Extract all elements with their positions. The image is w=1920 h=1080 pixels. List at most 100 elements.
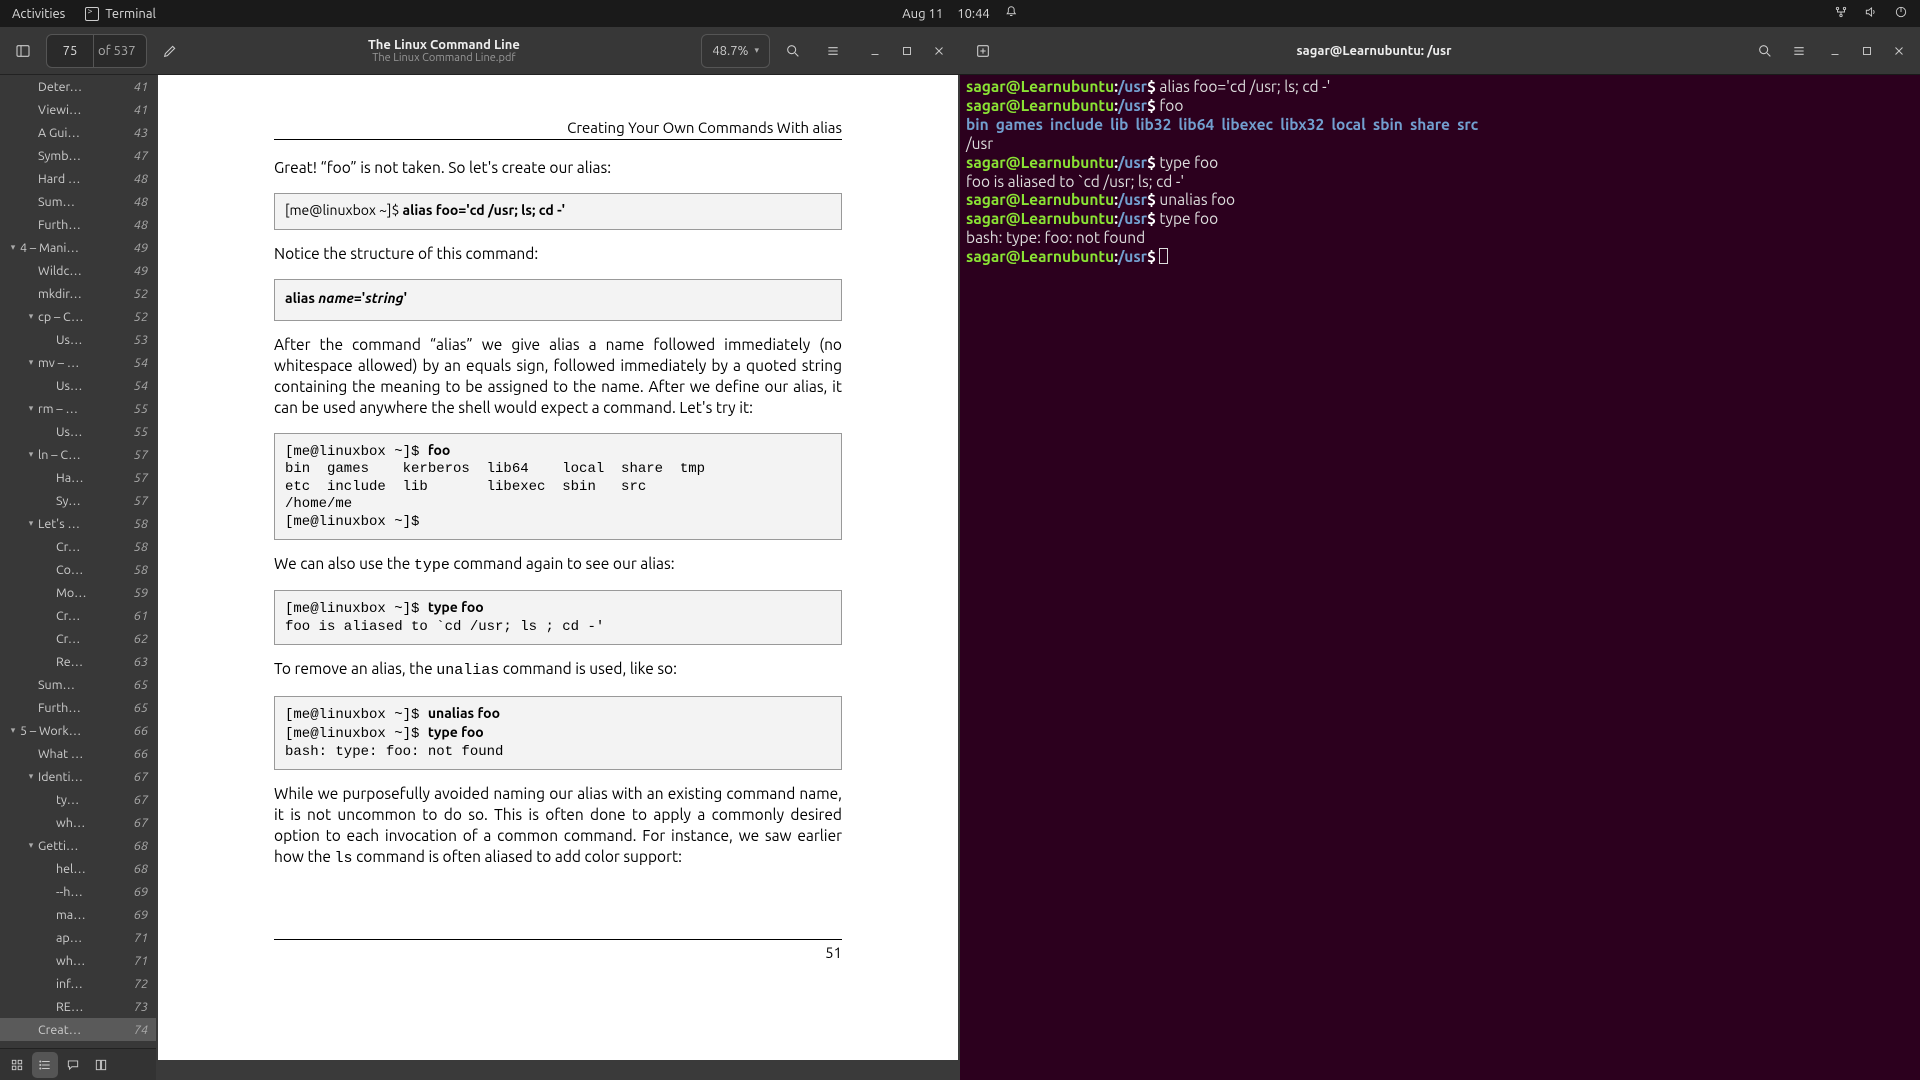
outline-item[interactable]: Viewi…41 — [0, 98, 156, 121]
code-block: alias name='string' — [274, 279, 842, 321]
outline-item[interactable]: Sum…48 — [0, 190, 156, 213]
power-icon[interactable] — [1894, 5, 1908, 22]
outline-item[interactable]: RE…73 — [0, 995, 156, 1018]
maximize-button[interactable] — [892, 36, 922, 66]
view-thumbnails-button[interactable] — [4, 1052, 30, 1078]
topbar-app-label: Terminal — [105, 7, 156, 21]
section-header: Creating Your Own Commands With alias — [274, 75, 842, 140]
outline-item[interactable]: Sum…65 — [0, 673, 156, 696]
new-tab-button[interactable] — [966, 34, 1000, 68]
terminal-header: sagar@Learnubuntu: /usr — [960, 27, 1920, 75]
activities-button[interactable]: Activities — [12, 7, 65, 21]
outline-item[interactable]: ma…69 — [0, 903, 156, 926]
code-block: [me@linuxbox ~]$ unalias foo [me@linuxbo… — [274, 696, 842, 771]
outline-item[interactable]: ▾ln – C…57 — [0, 443, 156, 466]
outline-item[interactable]: ▾Identi…67 — [0, 765, 156, 788]
outline-item[interactable]: Sy…57 — [0, 489, 156, 512]
annotate-button[interactable] — [153, 34, 187, 68]
outline-item[interactable]: Hard …48 — [0, 167, 156, 190]
outline-item[interactable]: ▾Let's …58 — [0, 512, 156, 535]
menu-button[interactable] — [816, 34, 850, 68]
paragraph: While we purposefully avoided naming our… — [274, 784, 842, 869]
outline-item[interactable]: Furth…65 — [0, 696, 156, 719]
outline-item[interactable]: ▾4 – Mani…49 — [0, 236, 156, 259]
outline-item[interactable]: Cr…61 — [0, 604, 156, 627]
outline-item[interactable]: Creat…74 — [0, 1018, 156, 1041]
code-block: [me@linuxbox ~]$ type foo foo is aliased… — [274, 590, 842, 645]
view-outline-button[interactable] — [32, 1052, 58, 1078]
terminal-window: sagar@Learnubuntu: /usr sagar@Learnubunt… — [960, 27, 1920, 1080]
outline-item[interactable]: Cr…62 — [0, 627, 156, 650]
outline-item[interactable]: Re…63 — [0, 650, 156, 673]
outline-item[interactable]: ▾cp – C…52 — [0, 305, 156, 328]
terminal-close-button[interactable] — [1884, 36, 1914, 66]
terminal-minimize-button[interactable] — [1820, 36, 1850, 66]
outline-item[interactable]: --h…69 — [0, 880, 156, 903]
outline-item[interactable]: Us…54 — [0, 374, 156, 397]
outline-item[interactable]: wh…71 — [0, 949, 156, 972]
paragraph: To remove an alias, the unalias command … — [274, 659, 842, 681]
terminal-icon — [85, 7, 99, 21]
pdf-header: of 537 The Linux Command Line The Linux … — [0, 27, 960, 75]
paragraph: Great! “foo” is not taken. So let's crea… — [274, 158, 842, 179]
outline-item[interactable]: ty…67 — [0, 788, 156, 811]
outline-item[interactable]: Symb…47 — [0, 144, 156, 167]
outline-item[interactable]: ▾rm – …55 — [0, 397, 156, 420]
outline-item[interactable]: Furth…48 — [0, 213, 156, 236]
outline-item[interactable]: Us…55 — [0, 420, 156, 443]
pdf-page-area[interactable]: Creating Your Own Commands With alias Gr… — [156, 75, 960, 1080]
outline-item[interactable]: Us…53 — [0, 328, 156, 351]
chevron-down-icon: ▾ — [754, 45, 759, 56]
outline-item[interactable]: Ha…57 — [0, 466, 156, 489]
outline-item[interactable]: Wildc…49 — [0, 259, 156, 282]
pdf-title-text: The Linux Command Line — [368, 38, 520, 52]
pdf-page: Creating Your Own Commands With alias Gr… — [158, 75, 958, 1060]
topbar-date[interactable]: Aug 11 — [902, 7, 943, 21]
outline-item[interactable]: ▾Getti…68 — [0, 834, 156, 857]
page-number-control: of 537 — [46, 34, 147, 68]
outline-item[interactable]: Mo…59 — [0, 581, 156, 604]
outline-item[interactable]: ap…71 — [0, 926, 156, 949]
outline-item[interactable]: A Gui…43 — [0, 121, 156, 144]
outline-item[interactable]: ▾5 – Work…66 — [0, 719, 156, 742]
outline-list[interactable]: Deter…41Viewi…41A Gui…43Symb…47Hard …48S… — [0, 75, 156, 1048]
pdf-filename: The Linux Command Line.pdf — [372, 52, 515, 64]
paragraph: We can also use the type command again t… — [274, 554, 842, 576]
volume-icon[interactable] — [1864, 5, 1878, 22]
minimize-button[interactable] — [860, 36, 890, 66]
outline-item[interactable]: wh…67 — [0, 811, 156, 834]
terminal-title: sagar@Learnubuntu: /usr — [1000, 44, 1748, 58]
outline-item[interactable]: hel…68 — [0, 857, 156, 880]
outline-item[interactable]: inf…72 — [0, 972, 156, 995]
view-annotations-button[interactable] — [60, 1052, 86, 1078]
search-button[interactable] — [776, 34, 810, 68]
terminal-search-button[interactable] — [1748, 34, 1782, 68]
zoom-dropdown[interactable]: 48.7% ▾ — [701, 34, 770, 68]
code-block: [me@linuxbox ~]$ alias foo='cd /usr; ls;… — [274, 193, 842, 231]
terminal-menu-button[interactable] — [1782, 34, 1816, 68]
close-button[interactable] — [924, 36, 954, 66]
sidebar-toggle-button[interactable] — [6, 34, 40, 68]
topbar-time[interactable]: 10:44 — [957, 7, 990, 21]
outline-item[interactable]: Co…58 — [0, 558, 156, 581]
outline-item[interactable]: What …66 — [0, 742, 156, 765]
topbar-app[interactable]: Terminal — [85, 7, 156, 21]
outline-panel: Deter…41Viewi…41A Gui…43Symb…47Hard …48S… — [0, 75, 156, 1080]
outline-item[interactable]: Cr…58 — [0, 535, 156, 558]
outline-item[interactable]: mkdir…52 — [0, 282, 156, 305]
outline-item[interactable]: ▾mv – …54 — [0, 351, 156, 374]
gnome-topbar: Activities Terminal Aug 11 10:44 — [0, 0, 1920, 27]
view-bookmarks-button[interactable] — [88, 1052, 114, 1078]
pdf-title: The Linux Command Line The Linux Command… — [193, 38, 696, 64]
outline-footer — [0, 1048, 156, 1080]
outline-item[interactable]: Deter…41 — [0, 75, 156, 98]
network-icon[interactable] — [1834, 5, 1848, 22]
page-number-input[interactable] — [47, 35, 93, 67]
zoom-value: 48.7% — [712, 44, 748, 58]
notifications-icon[interactable] — [1004, 5, 1018, 22]
page-footer: 51 — [274, 939, 842, 961]
paragraph: After the command “alias” we give alias … — [274, 335, 842, 419]
pdf-viewer-window: of 537 The Linux Command Line The Linux … — [0, 27, 960, 1080]
terminal-output[interactable]: sagar@Learnubuntu:/usr$ alias foo='cd /u… — [960, 75, 1920, 1080]
terminal-maximize-button[interactable] — [1852, 36, 1882, 66]
